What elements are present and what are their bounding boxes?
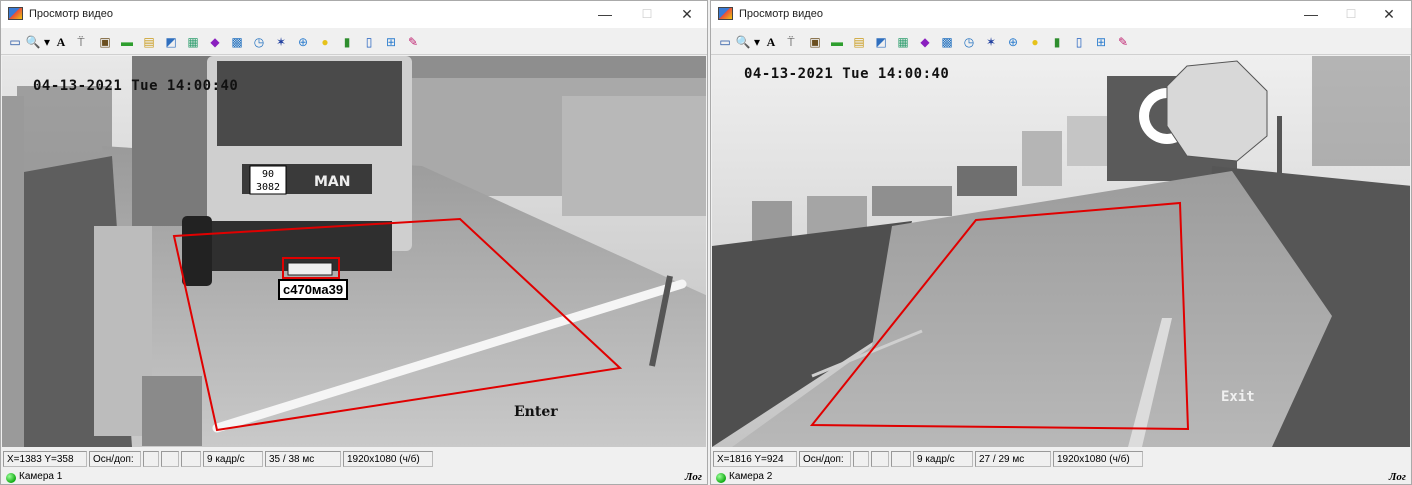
log-button[interactable]: Лог	[685, 471, 702, 483]
maximize-button[interactable]: ☐	[625, 1, 669, 28]
close-button[interactable]: ✕	[665, 1, 707, 28]
car-icon[interactable]: ◆	[207, 34, 223, 50]
status-latency: 27 / 29 мс	[975, 451, 1051, 467]
camera-row: Камера 2 Лог	[711, 470, 1411, 484]
status-empty-3	[891, 451, 911, 467]
status-coords: X=1383 Y=358	[3, 451, 87, 467]
status-empty-3	[181, 451, 201, 467]
status-empty-1	[143, 451, 159, 467]
direction-label: Exit	[1221, 389, 1255, 405]
runner-icon[interactable]: ✶	[983, 34, 999, 50]
text-icon[interactable]: A	[763, 34, 779, 50]
camera-label[interactable]: Камера 1	[19, 471, 62, 482]
status-latency: 35 / 38 мс	[265, 451, 341, 467]
video-timestamp: 04-13-2021 Tue 14:00:40	[33, 78, 239, 94]
app-icon	[8, 7, 23, 20]
status-empty-2	[161, 451, 179, 467]
truck-icon[interactable]: ▬	[119, 34, 135, 50]
traffic-light-icon[interactable]: ▮	[339, 34, 355, 50]
settings-icon[interactable]: ▣	[807, 34, 823, 50]
document-icon[interactable]: ▯	[361, 34, 377, 50]
status-fps: 9 кадр/с	[203, 451, 263, 467]
camera-status-icon	[6, 473, 16, 483]
runner-icon[interactable]: ✶	[273, 34, 289, 50]
camera-row: Камера 1 Лог	[1, 470, 707, 484]
video-window-1: Просмотр видео — ☐ ✕ ▭ 🔍 ▾ A ⍡ ▣ ▬ ▤ ◩ ▦ ◆ ▩ ◷ ✶ ⊕ ● ▮ ▯ ⊞…	[0, 0, 708, 485]
car-icon[interactable]: ◆	[917, 34, 933, 50]
camera-label[interactable]: Камера 2	[729, 471, 772, 482]
grid-icon[interactable]: ▦	[895, 34, 911, 50]
svg-text:MAN: MAN	[314, 174, 350, 190]
status-resolution: 1920x1080 (ч/б)	[1053, 451, 1143, 467]
direction-label: Enter	[514, 404, 558, 420]
video-timestamp: 04-13-2021 Tue 14:00:40	[744, 66, 950, 82]
toolbar: ▭ 🔍 ▾ A ⍡ ▣ ▬ ▤ ◩ ▦ ◆ ▩ ◷ ✶ ⊕ ● ▮ ▯ ⊞ ✎	[711, 29, 1411, 55]
antenna-icon[interactable]: ⍡	[73, 34, 89, 50]
svg-text:3082: 3082	[256, 182, 280, 193]
status-coords: X=1816 Y=924	[713, 451, 797, 467]
document-icon[interactable]: ▯	[1071, 34, 1087, 50]
bulb-icon[interactable]: ●	[317, 34, 333, 50]
search-icon[interactable]: ⊕	[295, 34, 311, 50]
status-empty-1	[853, 451, 869, 467]
network-icon[interactable]: ⊞	[1093, 34, 1109, 50]
edit-icon[interactable]: ✎	[1115, 34, 1131, 50]
toolbar: ▭ 🔍 ▾ A ⍡ ▣ ▬ ▤ ◩ ▦ ◆ ▩ ◷ ✶ ⊕ ● ▮ ▯ ⊞ ✎	[1, 29, 707, 55]
text-icon[interactable]: A	[53, 34, 69, 50]
video-feed[interactable]: 04-13-2021 Tue 14:00:40 Exit	[712, 56, 1410, 447]
video-window-2: Просмотр видео — ☐ ✕ ▭ 🔍 ▾ A ⍡ ▣ ▬ ▤ ◩ ▦ ◆ ▩ ◷ ✶ ⊕ ● ▮ ▯ ⊞…	[710, 0, 1412, 485]
status-mode: Осн/доп:	[799, 451, 851, 467]
network-icon[interactable]: ⊞	[383, 34, 399, 50]
clock-icon[interactable]: ◷	[251, 34, 267, 50]
status-bar: X=1383 Y=358 Осн/доп: 9 кадр/с 35 / 38 м…	[1, 450, 707, 468]
video-feed[interactable]: 90 3082 MAN 04-13-2021 Tue 14:00:40 с470…	[2, 56, 706, 447]
save-icon[interactable]: ◩	[873, 34, 889, 50]
folder-icon[interactable]: ▤	[141, 34, 157, 50]
plate-recognition-label: с470ма39	[278, 279, 349, 300]
truck-icon[interactable]: ▬	[829, 34, 845, 50]
camera-scene: 90 3082 MAN	[2, 56, 706, 447]
zoom-icon[interactable]: 🔍	[735, 34, 751, 50]
save-icon[interactable]: ◩	[163, 34, 179, 50]
close-button[interactable]: ✕	[1367, 1, 1411, 28]
display-icon[interactable]: ▩	[229, 34, 245, 50]
status-empty-2	[871, 451, 889, 467]
dropdown-icon[interactable]: ▾	[43, 34, 51, 50]
display-icon[interactable]: ▩	[939, 34, 955, 50]
video-icon[interactable]: ▭	[717, 34, 733, 50]
settings-icon[interactable]: ▣	[97, 34, 113, 50]
folder-icon[interactable]: ▤	[851, 34, 867, 50]
camera-scene	[712, 56, 1410, 447]
status-resolution: 1920x1080 (ч/б)	[343, 451, 433, 467]
title-bar[interactable]: Просмотр видео — ☐ ✕	[1, 1, 707, 28]
window-title: Просмотр видео	[739, 8, 823, 20]
minimize-button[interactable]: —	[583, 1, 627, 28]
antenna-icon[interactable]: ⍡	[783, 34, 799, 50]
log-button[interactable]: Лог	[1389, 471, 1406, 483]
svg-text:90: 90	[262, 169, 274, 180]
status-fps: 9 кадр/с	[913, 451, 973, 467]
minimize-button[interactable]: —	[1289, 1, 1333, 28]
window-title: Просмотр видео	[29, 8, 113, 20]
video-icon[interactable]: ▭	[7, 34, 23, 50]
status-mode: Осн/доп:	[89, 451, 141, 467]
camera-status-icon	[716, 473, 726, 483]
status-bar: X=1816 Y=924 Осн/доп: 9 кадр/с 27 / 29 м…	[711, 450, 1411, 468]
edit-icon[interactable]: ✎	[405, 34, 421, 50]
bulb-icon[interactable]: ●	[1027, 34, 1043, 50]
grid-icon[interactable]: ▦	[185, 34, 201, 50]
search-icon[interactable]: ⊕	[1005, 34, 1021, 50]
title-bar[interactable]: Просмотр видео — ☐ ✕	[711, 1, 1411, 28]
app-icon	[718, 7, 733, 20]
zoom-icon[interactable]: 🔍	[25, 34, 41, 50]
clock-icon[interactable]: ◷	[961, 34, 977, 50]
dropdown-icon[interactable]: ▾	[753, 34, 761, 50]
traffic-light-icon[interactable]: ▮	[1049, 34, 1065, 50]
